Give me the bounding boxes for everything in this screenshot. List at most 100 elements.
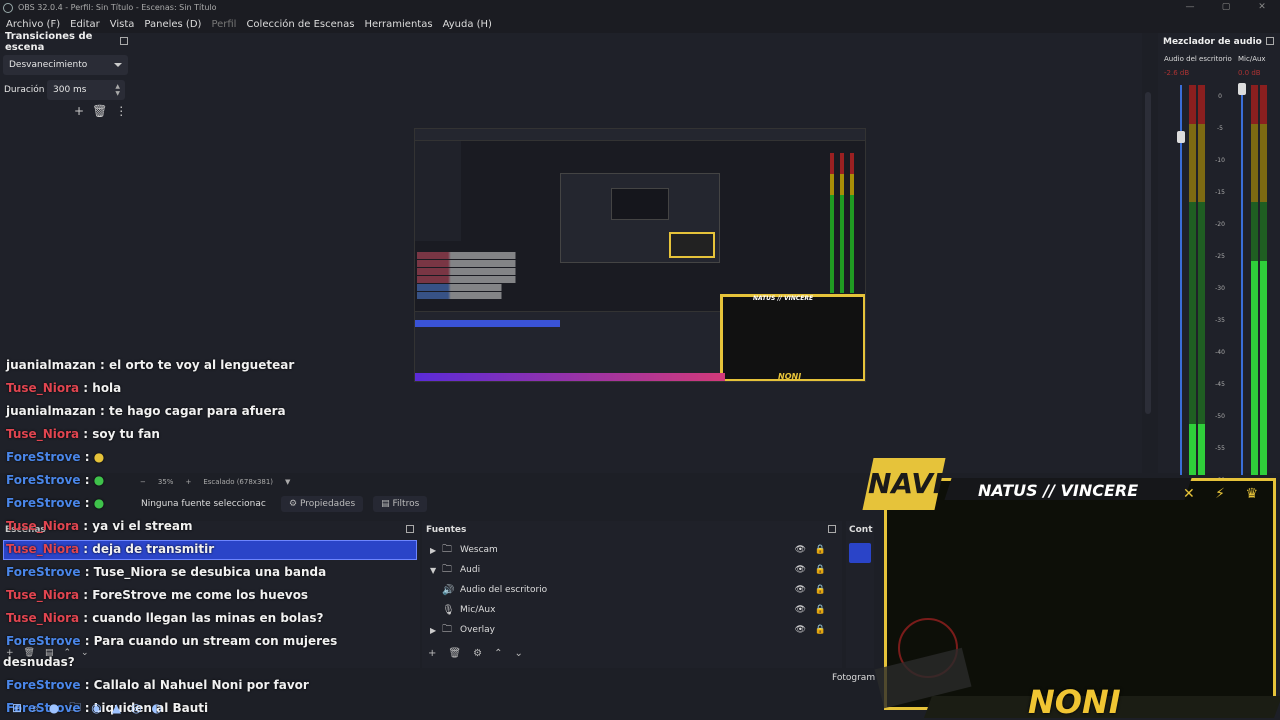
preview-canvas[interactable]: NATUS // VINCERE NONI (414, 128, 866, 382)
chat-message: Tuse_Niora : soy tu fan (6, 427, 160, 441)
folder-icon: 🗀 (442, 563, 452, 575)
obs-icon[interactable]: ◎ (131, 701, 141, 715)
chevron-down-icon (114, 63, 122, 67)
expand-arrow-icon[interactable]: ▶ (430, 546, 442, 555)
discord-icon[interactable]: ◉ (91, 701, 101, 715)
add-icon[interactable]: + (74, 104, 84, 118)
trash-icon[interactable]: 🗑 (92, 104, 107, 118)
chat-message: Tuse_Niora : cuando llegan las minas en … (6, 611, 323, 625)
volume-slider-track[interactable] (1180, 85, 1182, 475)
chat-text: : te hago cagar para afuera (100, 404, 286, 418)
volume-slider-handle[interactable] (1238, 83, 1246, 95)
chat-message: desnudas? (3, 655, 75, 669)
move-down-icon[interactable]: ⌄ (514, 648, 522, 659)
sources-dock: Fuentes ▶ 🗀 Wescam 👁 🔒 ▼ 🗀 Audi 👁 🔒 🔊 Au… (422, 521, 842, 668)
menu-ayuda[interactable]: Ayuda (H) (443, 19, 492, 30)
visibility-eye-icon[interactable]: 👁 (795, 605, 806, 615)
spin-arrows-icon[interactable]: ▲ ▼ (115, 83, 120, 97)
undock-icon[interactable] (120, 37, 128, 45)
emote-icon: ● (89, 450, 105, 464)
nested-player-name: NONI (778, 372, 802, 381)
preview-scrollbar[interactable] (1145, 92, 1151, 414)
transition-select[interactable]: Desvanecimiento (3, 55, 128, 75)
app-icon[interactable]: ◐ (152, 701, 162, 715)
visibility-eye-icon[interactable]: 👁 (795, 625, 806, 635)
volume-slider-handle[interactable] (1177, 131, 1185, 143)
nested-meter (840, 153, 844, 293)
dock-title: Transiciones de escena (0, 31, 134, 53)
nested-selected-scene (415, 320, 560, 327)
source-item-overlay[interactable]: ▶ 🗀 Overlay 👁 🔒 (422, 620, 842, 640)
close-button[interactable]: ✕ (1244, 0, 1280, 15)
source-label: Mic/Aux (460, 605, 496, 615)
chat-text: : Callalo al Nahuel Noni por favor (84, 678, 309, 692)
lock-icon[interactable]: 🔒 (815, 545, 826, 555)
move-up-icon[interactable]: ⌃ (494, 648, 502, 659)
menu-archivo[interactable]: Archivo (F) (6, 19, 60, 30)
visibility-eye-icon[interactable]: 👁 (795, 585, 806, 595)
chat-username: ForeStrove (6, 450, 81, 464)
chat-message: ForeStrove : ● (6, 496, 104, 510)
nested-menu (415, 129, 865, 141)
duration-input[interactable]: 300 ms ▲ ▼ (47, 80, 125, 100)
windows-start-icon[interactable]: ⊞ (12, 701, 22, 715)
audio-level-meter (1260, 85, 1267, 475)
title-bar: OBS 32.0.4 - Perfil: Sin Título - Escena… (0, 0, 1280, 15)
menu-paneles[interactable]: Paneles (D) (144, 19, 201, 30)
trash-icon[interactable]: 🗑 (448, 648, 461, 659)
source-item-audi[interactable]: ▼ 🗀 Audi 👁 🔒 (422, 560, 842, 580)
lock-icon[interactable]: 🔒 (815, 605, 826, 615)
db-scale: 0-5-10 -15-20-25 -30-35-40 -45-50-55 -60 (1215, 93, 1225, 484)
folder-icon[interactable]: 🗀 (69, 698, 81, 719)
app-icon[interactable]: ▲ (112, 701, 121, 715)
lock-icon[interactable]: 🔒 (815, 585, 826, 595)
chat-message: Tuse_Niora : ForeStrove me come los huev… (6, 588, 308, 602)
player-name: NONI (1028, 683, 1121, 720)
chat-message: Tuse_Niora : ya vi el stream (6, 519, 192, 533)
duration-value: 300 ms (53, 85, 87, 95)
nested-meter (850, 153, 854, 293)
emote-icon: ● (89, 473, 105, 487)
undock-icon[interactable] (828, 525, 836, 533)
menu-herramientas[interactable]: Herramientas (364, 19, 432, 30)
app-icon[interactable]: ● (49, 701, 59, 715)
chat-text: : Tuse_Niora se desubica una banda (84, 565, 327, 579)
menu-perfil[interactable]: Perfil (211, 19, 236, 30)
transition-toolbar: + 🗑 ⋮ (74, 104, 127, 118)
source-item-mic-aux[interactable]: 🎙 Mic/Aux 👁 🔒 (422, 600, 842, 620)
chat-overlay: juanialmazan : el orto te voy al lenguet… (0, 354, 420, 720)
volume-slider-track[interactable] (1241, 85, 1243, 475)
collapse-arrow-icon[interactable]: ▼ (430, 566, 442, 575)
chat-username: Tuse_Niora (6, 519, 80, 533)
taskbar: ⊞ ⌕ ● 🗀 ◉ ▲ ◎ ◐ (0, 696, 300, 720)
chat-message: juanialmazan : el orto te voy al lenguet… (6, 358, 294, 372)
gear-icon[interactable]: ⚙ (473, 648, 482, 659)
chat-text: : hola (83, 381, 122, 395)
sponsor-logos: ✕ ⚡ ♛ (1182, 486, 1266, 502)
duration-label: Duración (4, 85, 45, 95)
menu-coleccion-escenas[interactable]: Colección de Escenas (246, 19, 354, 30)
chat-text: : Para cuando un stream con mujeres (84, 634, 338, 648)
menu-vista[interactable]: Vista (110, 19, 135, 30)
audio-level-meter (1189, 85, 1196, 475)
emote-icon: ● (89, 496, 105, 510)
lock-icon[interactable]: 🔒 (815, 565, 826, 575)
chat-text: desnudas? (3, 655, 75, 669)
expand-arrow-icon[interactable]: ▶ (430, 626, 442, 635)
undock-icon[interactable] (1266, 37, 1274, 45)
menu-editar[interactable]: Editar (70, 19, 100, 30)
window-title: OBS 32.0.4 - Perfil: Sin Título - Escena… (18, 3, 217, 12)
search-icon[interactable]: ⌕ (32, 701, 39, 716)
more-options-icon[interactable]: ⋮ (115, 104, 127, 118)
maximize-button[interactable]: ▢ (1208, 0, 1244, 15)
add-icon[interactable]: + (428, 648, 436, 659)
chat-username: ForeStrove (6, 565, 81, 579)
source-item-audio-escritorio[interactable]: 🔊 Audio del escritorio 👁 🔒 (422, 580, 842, 600)
minimize-button[interactable]: — (1172, 0, 1208, 15)
source-item-wescam[interactable]: ▶ 🗀 Wescam 👁 🔒 (422, 540, 842, 560)
lock-icon[interactable]: 🔒 (815, 625, 826, 635)
audio-level-fill (1251, 260, 1258, 475)
visibility-eye-icon[interactable]: 👁 (795, 545, 806, 555)
visibility-eye-icon[interactable]: 👁 (795, 565, 806, 575)
navi-logo: NAVI (862, 458, 946, 510)
